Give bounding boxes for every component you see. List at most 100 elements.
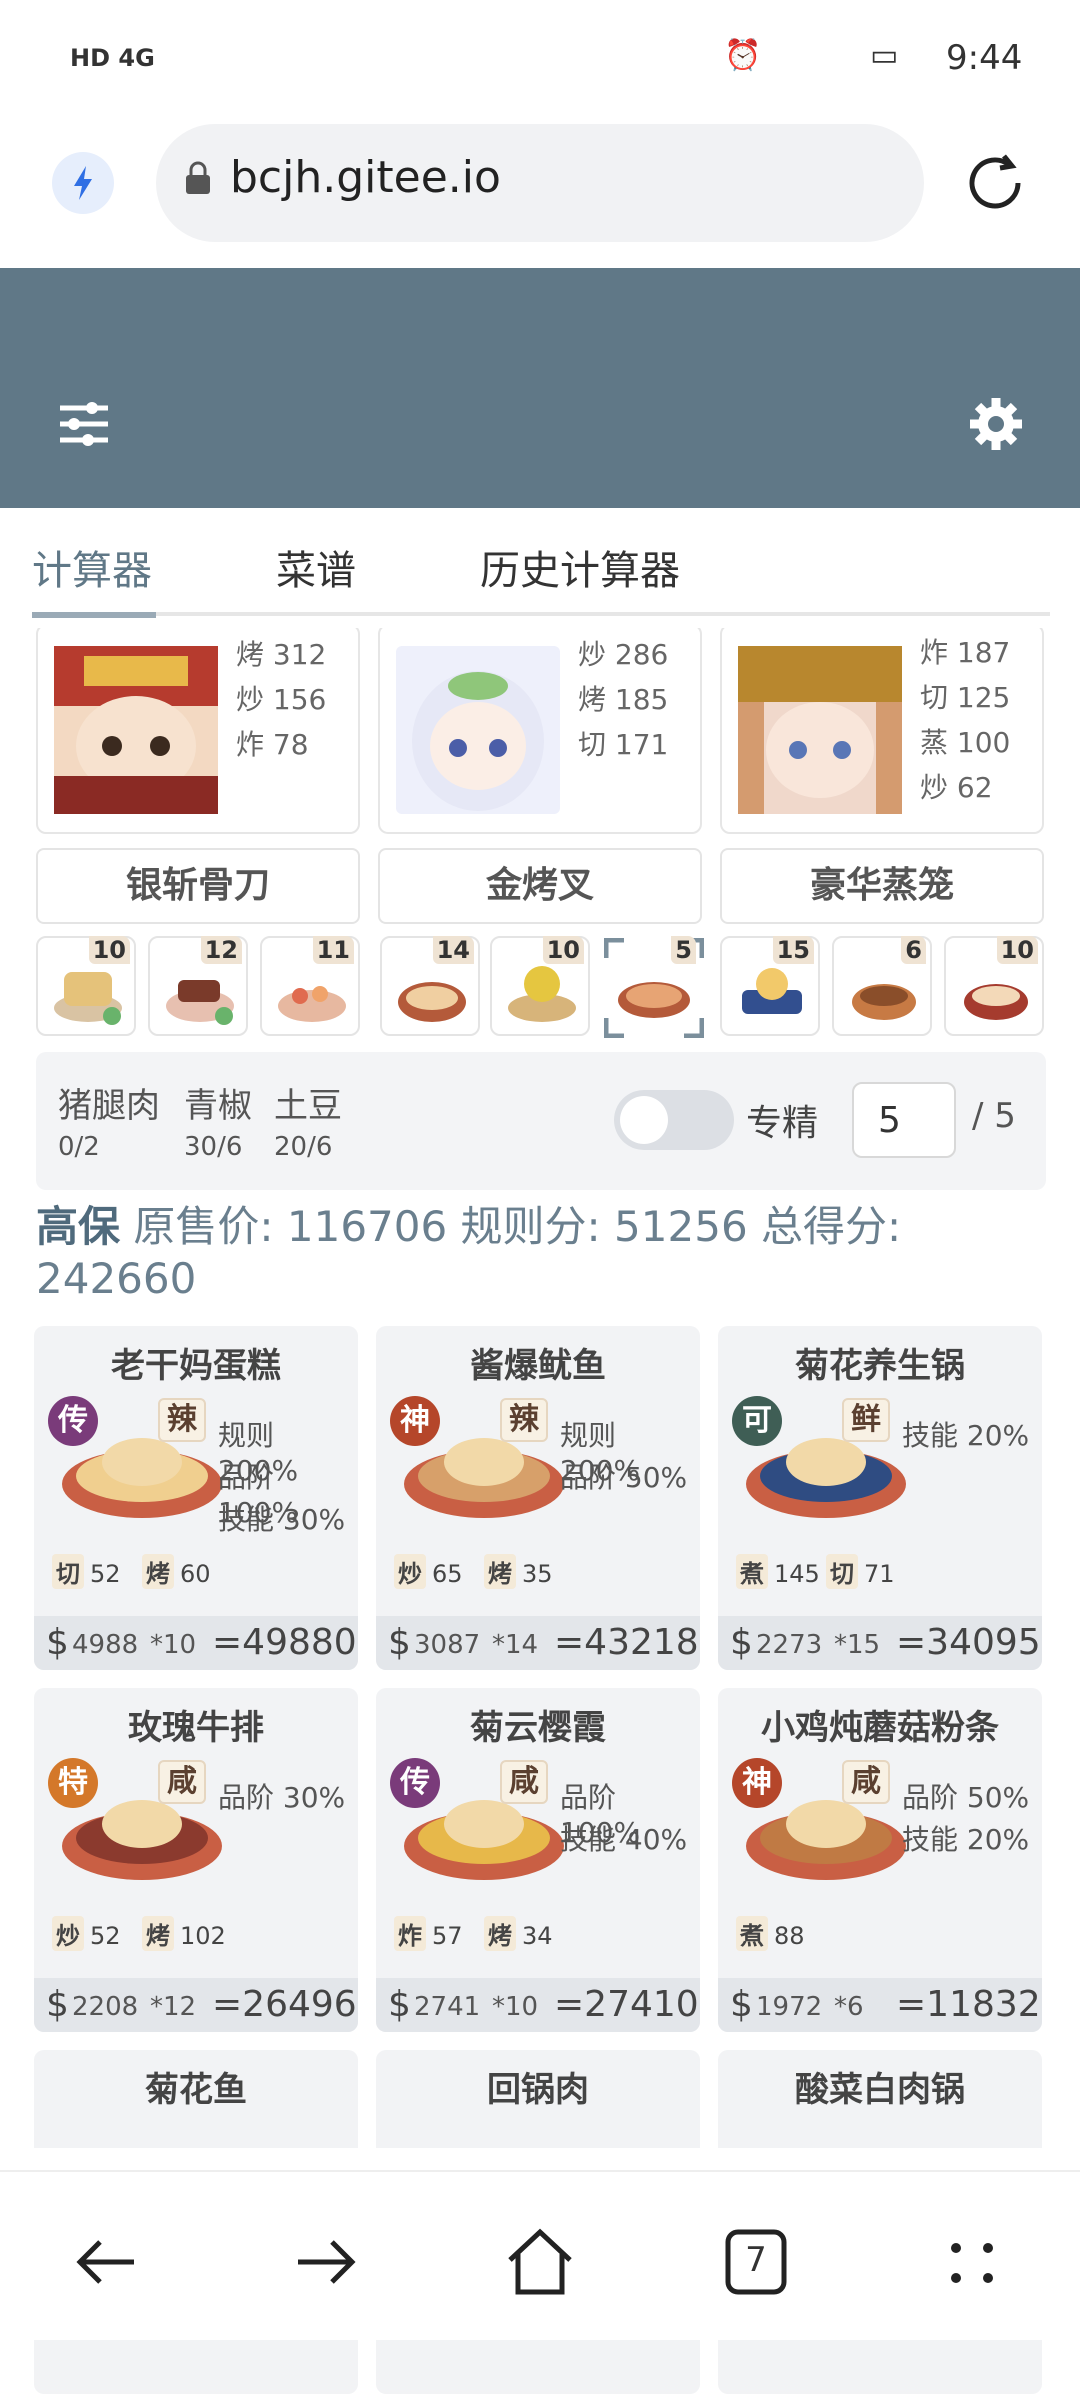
recipe-slot-selected[interactable]: 5 xyxy=(602,936,704,1038)
dish-name: 酱爆鱿鱼 xyxy=(470,1346,606,1386)
dish-card[interactable]: 菊花养生锅可 鲜技能 20% 煮 145 切 71 $ 2273 *15 =34095 xyxy=(718,1326,1042,1670)
rank-badge: 神 xyxy=(732,1758,782,1808)
quantity: *10 xyxy=(492,1992,539,2022)
skill-type: 煮 xyxy=(736,1554,768,1589)
tab-history-calculator[interactable]: 历史计算器 xyxy=(480,538,680,596)
bonus-label: 品阶 50% xyxy=(902,1781,1030,1814)
skill-requirement: 炒 52 xyxy=(52,1916,121,1951)
recipe-slot[interactable]: 12 xyxy=(148,936,248,1036)
dish-name: 玫瑰牛排 xyxy=(128,1708,264,1748)
recipe-slot[interactable]: 10 xyxy=(36,936,136,1036)
home-icon[interactable] xyxy=(500,2222,580,2302)
skill-type: 烤 xyxy=(142,1554,174,1589)
dish-card[interactable]: 玫瑰牛排特 咸品阶 30% 炒 52 烤 102 $ 2208 *12 =26496 xyxy=(34,1688,358,2032)
expert-level-input[interactable] xyxy=(852,1082,956,1158)
dish-total: =43218 xyxy=(554,1622,699,1663)
skill-type: 烤 xyxy=(142,1916,174,1951)
skill-value: 88 xyxy=(774,1922,805,1950)
tabs-count-button[interactable]: 7 xyxy=(716,2222,796,2302)
chef-card[interactable]: 烤 312 炒 156 炸 78 xyxy=(36,624,360,834)
skill-type: 烤 xyxy=(484,1916,516,1951)
price-bar: $ 2273 *15 =34095 xyxy=(718,1616,1042,1670)
bolt-icon[interactable] xyxy=(52,152,114,214)
rank-badge: 神 xyxy=(390,1396,440,1446)
bonus-label: 品阶 30% xyxy=(218,1781,346,1814)
bonus-label: 品阶 50% xyxy=(560,1461,688,1494)
unit-price: 2741 xyxy=(414,1992,481,2022)
ingredient-qty: 0/2 xyxy=(58,1132,100,1162)
expert-toggle[interactable] xyxy=(614,1090,734,1150)
address-field[interactable]: bcjh.gitee.io xyxy=(156,124,924,242)
quantity: *14 xyxy=(492,1630,539,1660)
reload-icon[interactable] xyxy=(960,148,1030,222)
chef-card[interactable]: 炒 286 烤 185 切 171 xyxy=(378,624,702,834)
slot-count: 10 xyxy=(996,936,1038,964)
more-menu-icon[interactable] xyxy=(932,2222,1012,2302)
dish-total: =27410 xyxy=(554,1984,699,2025)
flavor-badge: 咸 xyxy=(842,1760,890,1804)
tool-button[interactable]: 银斩骨刀 xyxy=(36,848,360,924)
ingredient-qty: 30/6 xyxy=(184,1132,243,1162)
dish-name: 菊花鱼 xyxy=(145,2070,247,2110)
forward-arrow-icon[interactable] xyxy=(284,2222,364,2302)
tool-button[interactable]: 金烤叉 xyxy=(378,848,702,924)
chef-card[interactable]: 炸 187 切 125 蒸 100 炒 62 xyxy=(720,624,1044,834)
dish-name: 菊花养生锅 xyxy=(795,1346,965,1386)
dish-card[interactable]: 菊云樱霞传咸品阶 100% 技能 40% 炸 57 烤 34 $ 2741 *10 =27… xyxy=(376,1688,700,2032)
lock-icon xyxy=(184,160,212,200)
bonus-label: 技能 40% xyxy=(560,1823,688,1856)
back-arrow-icon[interactable] xyxy=(68,2222,148,2302)
recipe-slot[interactable]: 6 xyxy=(832,936,932,1036)
skill-type: 炒 xyxy=(52,1916,84,1951)
slot-count: 10 xyxy=(88,936,130,964)
tab-calculator[interactable]: 计算器 xyxy=(32,538,152,596)
skill-value: 65 xyxy=(432,1560,463,1588)
skill-value: 102 xyxy=(180,1922,226,1950)
dollar-icon: $ xyxy=(388,1984,411,2025)
skill-value: 52 xyxy=(90,1560,121,1588)
url-text: bcjh.gitee.io xyxy=(230,152,501,203)
skill-requirement: 烤 35 xyxy=(484,1554,553,1589)
recipe-slot[interactable]: 14 xyxy=(380,936,480,1036)
filter-sliders-icon[interactable] xyxy=(58,400,110,452)
recipe-slot[interactable]: 10 xyxy=(490,936,590,1036)
chef-skill: 烤 312 xyxy=(236,638,327,671)
rank-badge: 传 xyxy=(48,1396,98,1446)
dish-total: =26496 xyxy=(212,1984,357,2025)
clock: 9:44 xyxy=(946,38,1023,78)
bonus-label: 技能 30% xyxy=(218,1503,346,1536)
dish-card[interactable]: 老干妈蛋糕传辣规则 200% 品阶 100% 技能 30% 切 52 烤 60 $ 4988… xyxy=(34,1326,358,1670)
slot-count: 12 xyxy=(200,936,242,964)
skill-requirement: 炸 57 xyxy=(394,1916,463,1951)
dollar-icon: $ xyxy=(46,1984,69,2025)
chef-skill: 烤 185 xyxy=(578,683,669,716)
bonus-label: 技能 20% xyxy=(902,1823,1030,1856)
price-bar: $ 1972 *6 =11832 xyxy=(718,1978,1042,2032)
dish-name: 菊云樱霞 xyxy=(470,1708,606,1748)
ingredient-name: 土豆 xyxy=(274,1086,342,1126)
recipe-slot[interactable]: 11 xyxy=(260,936,360,1036)
dish-card[interactable]: 小鸡炖蘑菇粉条神 咸品阶 50% 技能 20% 煮 88 $ 1972 *6 =1183… xyxy=(718,1688,1042,2032)
skill-value: 34 xyxy=(522,1922,553,1950)
recipe-slot[interactable]: 10 xyxy=(944,936,1044,1036)
skill-requirement: 烤 102 xyxy=(142,1916,226,1951)
settings-gear-icon[interactable] xyxy=(966,394,1026,458)
price-bar: $ 2208 *12 =26496 xyxy=(34,1978,358,2032)
dish-card[interactable]: 酱爆鱿鱼神辣规则 200% 品阶 50% 炒 65 烤 35 $ 3087 *14 =43… xyxy=(376,1326,700,1670)
flavor-badge: 咸 xyxy=(500,1760,548,1804)
status-bar: HD 4G 9:44 ⏰ ▭ xyxy=(0,0,1080,120)
tab-recipes[interactable]: 菜谱 xyxy=(276,538,356,596)
unit-price: 3087 xyxy=(414,1630,481,1660)
unit-price: 1972 xyxy=(756,1992,823,2022)
slot-count: 10 xyxy=(542,936,584,964)
network-indicator: HD 4G xyxy=(70,44,155,72)
skill-type: 切 xyxy=(52,1554,84,1589)
tool-button[interactable]: 豪华蒸笼 xyxy=(720,848,1044,924)
skill-type: 烤 xyxy=(484,1554,516,1589)
chef-skill: 炒 286 xyxy=(578,638,669,671)
unit-price: 2208 xyxy=(72,1992,139,2022)
recipe-slot[interactable]: 15 xyxy=(720,936,820,1036)
skill-requirement: 炒 65 xyxy=(394,1554,463,1589)
app-header xyxy=(0,268,1080,508)
dollar-icon: $ xyxy=(388,1622,411,1663)
